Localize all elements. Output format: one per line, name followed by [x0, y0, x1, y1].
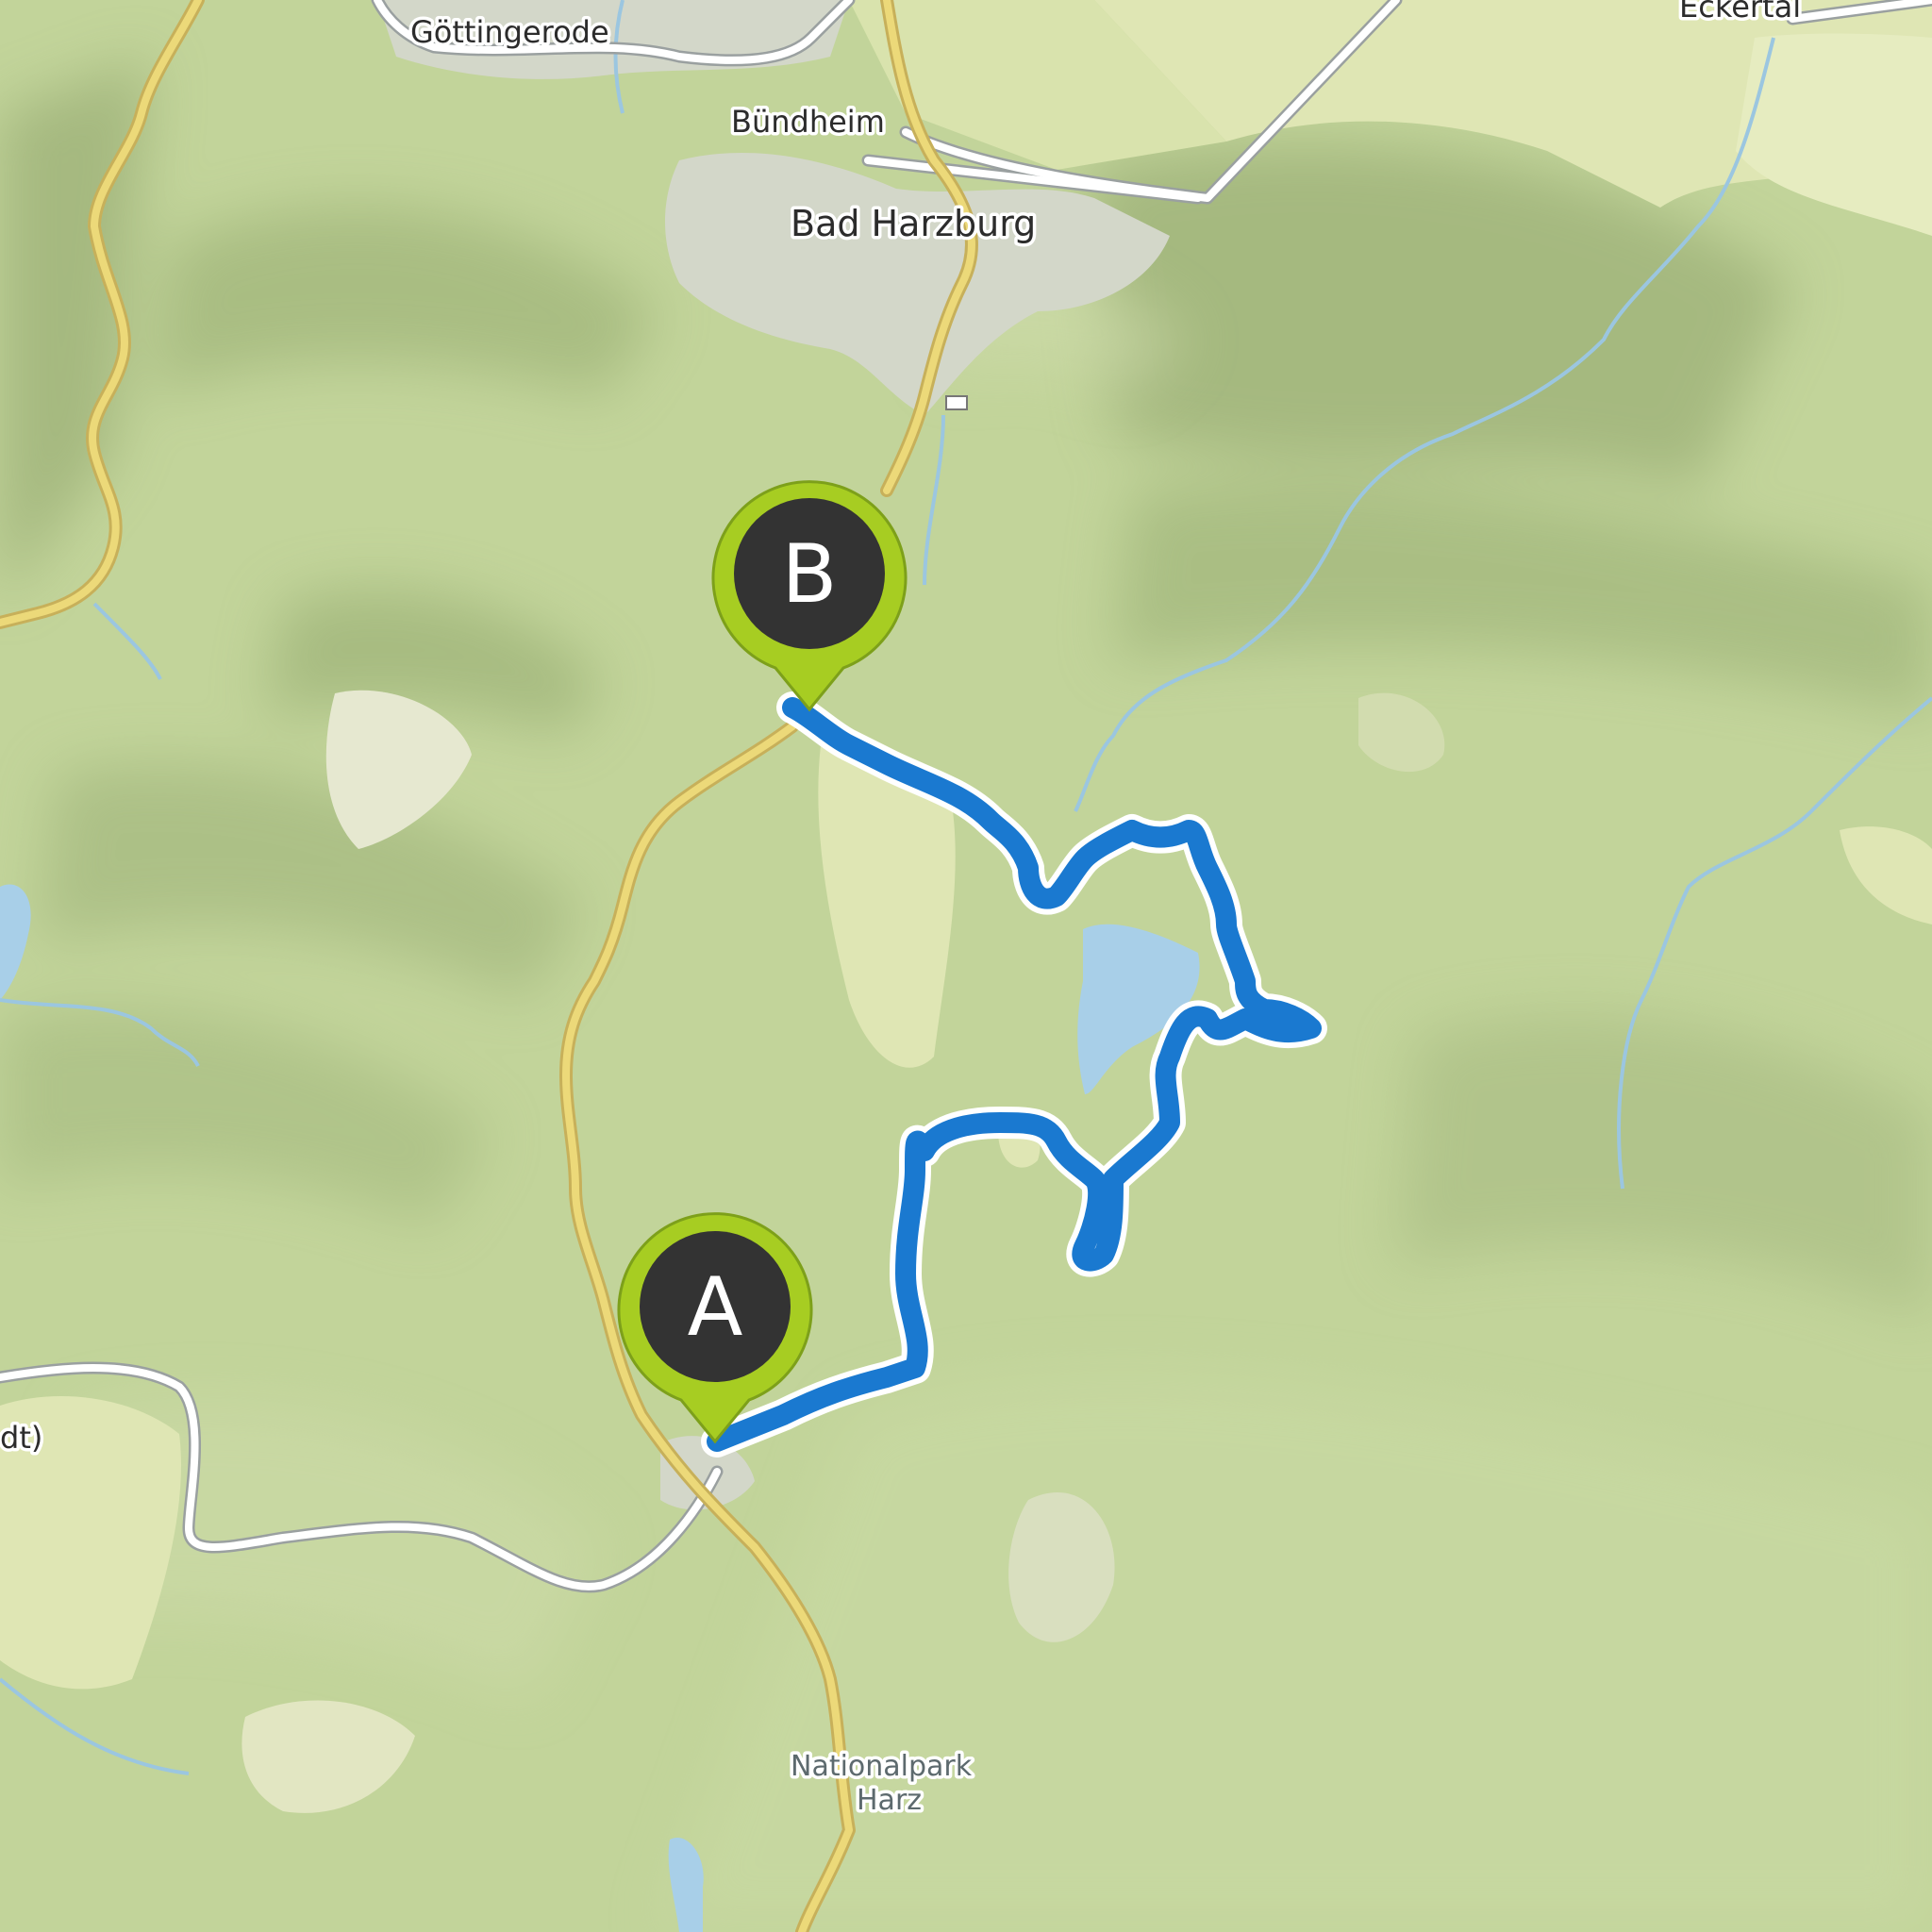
place-label-goettingerode: Göttingerode — [410, 14, 609, 50]
end-marker-label: B — [782, 527, 838, 622]
place-label-eckertal: Eckertal — [1679, 0, 1801, 25]
place-label-partial: dt) — [0, 1420, 42, 1456]
place-label-nationalpark: Nationalpark — [791, 1750, 973, 1783]
place-label-harz: Harz — [857, 1784, 922, 1817]
road-sign — [945, 395, 968, 410]
place-label-buendheim: Bündheim — [731, 104, 885, 140]
map-canvas[interactable]: Göttingerode Bündheim Bad Harzburg Ecker… — [0, 0, 1932, 1932]
start-marker-label: A — [688, 1260, 743, 1355]
place-label-bad-harzburg: Bad Harzburg — [791, 203, 1036, 244]
